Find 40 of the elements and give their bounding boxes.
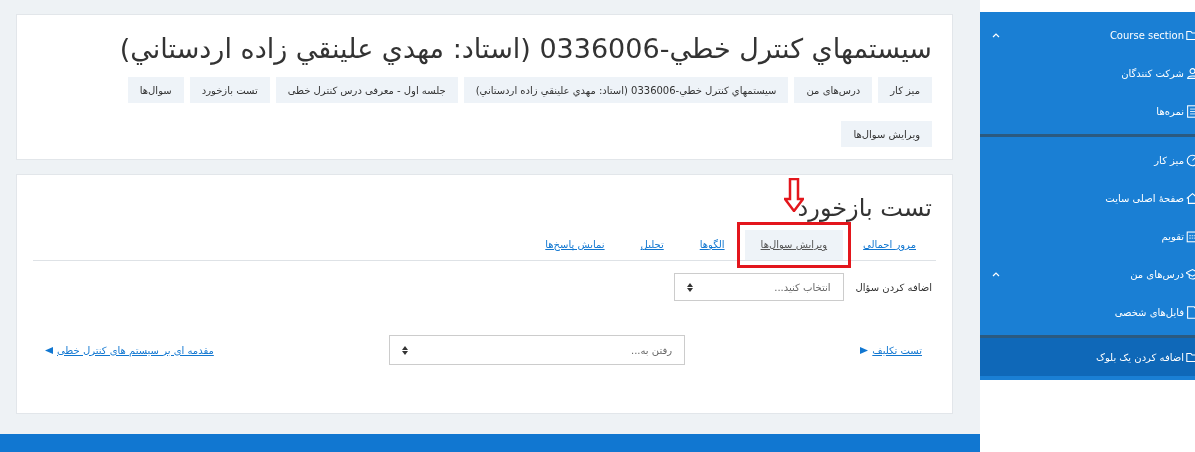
up-down-arrows-icon — [402, 345, 409, 355]
sidebar-item[interactable]: درس‌های من — [980, 255, 1195, 293]
breadcrumb-item[interactable]: جلسه اول - معرفی درس کنترل خطی — [275, 77, 458, 103]
sidebar-item[interactable]: تقویم — [980, 217, 1195, 255]
tab[interactable]: تحلیل — [624, 230, 680, 260]
right-triangle-icon — [860, 346, 869, 354]
breadcrumb-item[interactable]: سیستمهاي کنترل خطي-0336006 (استاد: مهدي علينقي زاده اردستاني) — [463, 77, 789, 103]
sidebar-item[interactable]: اضافه کردن یک بلوک — [980, 338, 1195, 376]
tab[interactable]: نمایش پاسخ‌ها — [529, 230, 621, 260]
sidebar-item[interactable]: میز کار — [980, 141, 1195, 179]
breadcrumb-item[interactable]: درس‌های من — [794, 77, 873, 103]
breadcrumb-item[interactable]: میز کار — [878, 77, 932, 103]
folder-icon — [1186, 350, 1195, 364]
table-icon — [1186, 104, 1195, 118]
edit-questions-button[interactable]: ویرایش سوال‌ها — [841, 121, 932, 147]
tab[interactable]: الگوها — [683, 230, 741, 260]
up-down-arrows-icon — [686, 282, 693, 292]
sidebar-item[interactable]: فایل‌های شخصی — [980, 293, 1195, 331]
sidebar-item[interactable]: Course section — [980, 16, 1195, 54]
previous-activity-link[interactable]: تست تکلیف — [860, 342, 922, 358]
left-triangle-icon — [45, 346, 53, 354]
tab[interactable]: مرور اجمالی — [847, 230, 932, 260]
page-title: سیستمهاي کنترل خطي-0336006 (استاد: مهدي علينقي زاده اردستاني) — [119, 32, 932, 67]
breadcrumb-item[interactable]: تست بازخورد — [189, 77, 270, 103]
activity-title: تست بازخورد — [797, 193, 932, 224]
calendar-icon — [1186, 229, 1195, 243]
tab[interactable]: ویرایش سوال‌ها — [744, 230, 844, 260]
jump-to-select[interactable]: رفتن به... — [389, 335, 686, 365]
gauge-icon — [1186, 153, 1195, 167]
users-icon — [1186, 66, 1195, 80]
breadcrumb-item[interactable]: سوال‌ها — [127, 77, 184, 103]
cap-icon — [1186, 267, 1195, 281]
folder-icon — [1186, 28, 1195, 42]
home-icon — [1186, 191, 1195, 205]
sidebar-item[interactable]: صفحهٔ اصلی سایت — [980, 179, 1195, 217]
sidebar-item[interactable]: نمره‌ها — [980, 92, 1195, 130]
question-type-select[interactable]: انتخاب کنید... — [673, 273, 844, 301]
file-icon — [1186, 305, 1195, 319]
field-label: اضافه کردن سؤال — [855, 280, 932, 295]
sidebar-item[interactable]: شرکت کنندگان — [980, 54, 1195, 92]
